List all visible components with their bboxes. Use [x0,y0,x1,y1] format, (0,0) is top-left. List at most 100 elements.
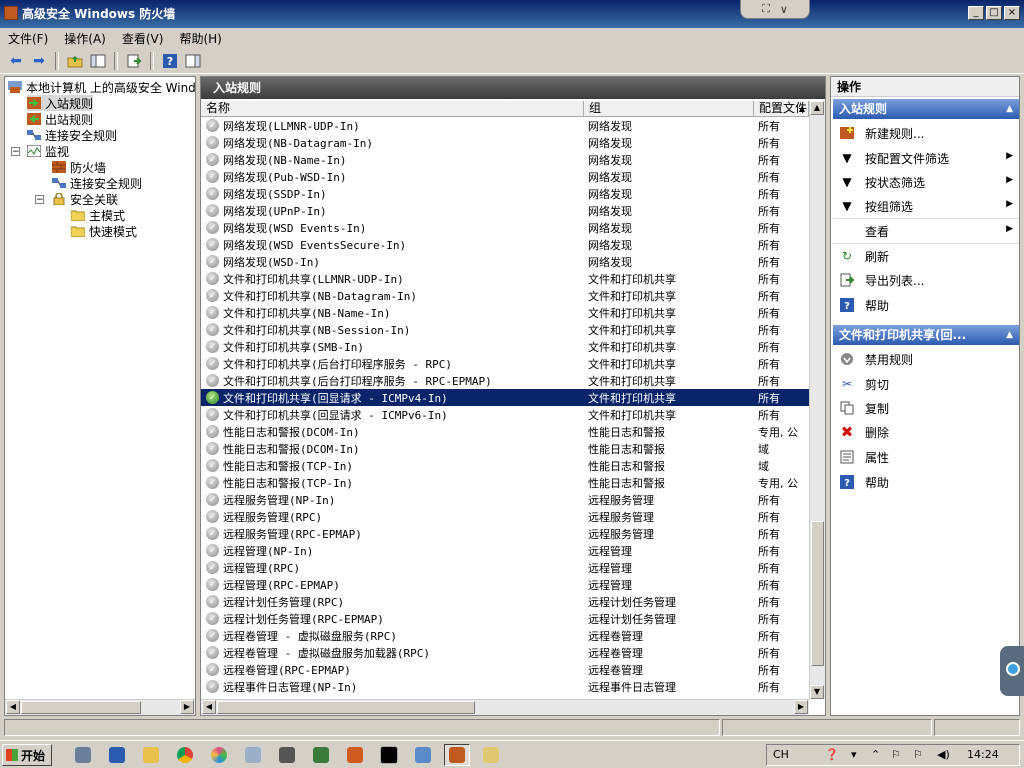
scrollbar-thumb[interactable] [21,701,141,714]
menu-help[interactable]: 帮助(H) [171,30,229,47]
scroll-right-arrow[interactable]: ▶ [180,700,194,714]
rule-row[interactable]: ✓ 远程服务管理(RPC-EPMAP) 远程服务管理 所有 [201,525,809,542]
export-list-icon[interactable] [124,51,144,71]
clock[interactable]: 14:24 [967,748,999,761]
taskbar-firewall-icon[interactable] [444,744,470,766]
start-button[interactable]: 开始 [2,744,52,766]
action-center-icon[interactable]: ⚐ [913,748,923,761]
taskbar-settings-icon[interactable] [274,744,300,766]
rule-row[interactable]: ✓ 远程事件日志管理(NP-In) 远程事件日志管理 所有 [201,678,809,695]
rule-row[interactable]: ✓ 文件和打印机共享(NB-Name-In) 文件和打印机共享 所有 [201,304,809,321]
action-filter-by-profile[interactable]: ▼ 按配置文件筛选 ▶ [833,146,1019,170]
action-help-rule[interactable]: ? 帮助 [833,470,1019,494]
taskbar-powershell-icon[interactable] [104,744,130,766]
taskbar-app-icon[interactable] [206,744,232,766]
back-arrow-icon[interactable]: ⬅ [6,51,26,71]
action-new-rule[interactable]: 新建规则... [833,121,1019,145]
rule-row[interactable]: ✓ 性能日志和警报(DCOM-In) 性能日志和警报 专用, 公 [201,423,809,440]
column-header-profile[interactable]: 配置文件 ▲ [754,101,809,117]
rule-row[interactable]: ✓ 文件和打印机共享(NB-Session-In) 文件和打印机共享 所有 [201,321,809,338]
rule-row[interactable]: ✓ 性能日志和警报(TCP-In) 性能日志和警报 专用, 公 [201,474,809,491]
action-delete[interactable]: ✖ 删除 [833,420,1019,444]
action-disable-rule[interactable]: 禁用规则 [833,347,1019,371]
scroll-down-arrow[interactable]: ▼ [810,685,824,699]
rule-row[interactable]: ✓ 网络发现(SSDP-In) 网络发现 所有 [201,185,809,202]
taskbar-server-manager-icon[interactable] [70,744,96,766]
tree-expand-toggle[interactable]: − [35,195,44,205]
show-hide-console-tree-icon[interactable] [88,51,108,71]
menu-view[interactable]: 查看(V) [114,30,172,47]
taskbar-chrome-icon[interactable] [172,744,198,766]
rule-row[interactable]: ✓ 网络发现(Pub-WSD-In) 网络发现 所有 [201,168,809,185]
tree-item-outbound-rules[interactable]: 出站规则 [27,111,93,127]
menu-action[interactable]: 操作(A) [56,30,114,47]
rule-row[interactable]: ✓ 远程卷管理 - 虚拟磁盘服务(RPC) 远程卷管理 所有 [201,627,809,644]
taskbar-remote-desktop-icon[interactable] [410,744,436,766]
tray-menu-icon[interactable]: ▾ [851,748,857,761]
rule-row[interactable]: ✓ 远程管理(NP-In) 远程管理 所有 [201,542,809,559]
tree-item-main-mode[interactable]: 主模式 [71,207,125,223]
rule-row[interactable]: ✓ 文件和打印机共享(NB-Datagram-In) 文件和打印机共享 所有 [201,287,809,304]
rule-row[interactable]: ✓ 文件和打印机共享(回显请求 - ICMPv6-In) 文件和打印机共享 所有 [201,406,809,423]
tree-item-connection-security-rules[interactable]: 连接安全规则 [27,127,117,143]
rules-horizontal-scrollbar[interactable]: ◀ ▶ [201,699,809,715]
rule-row[interactable]: ✓ 远程管理(RPC-EPMAP) 远程管理 所有 [201,576,809,593]
rule-row[interactable]: ✓ 网络发现(NB-Datagram-In) 网络发现 所有 [201,134,809,151]
forward-arrow-icon[interactable]: ➡ [29,51,49,71]
scrollbar-thumb[interactable] [217,701,475,714]
teamviewer-edge-widget[interactable] [1000,646,1024,696]
rule-row[interactable]: ✓ 网络发现(WSD EventsSecure-In) 网络发现 所有 [201,236,809,253]
rule-row[interactable]: ✓ 网络发现(LLMNR-UDP-In) 网络发现 所有 [201,117,809,134]
tree-horizontal-scrollbar[interactable]: ◀ ▶ [5,699,195,715]
rdp-connection-bar[interactable]: ⛶ ∨ [740,0,810,19]
rdp-collapse-icon[interactable]: ∨ [780,3,788,16]
rule-row[interactable]: ✓ 网络发现(UPnP-In) 网络发现 所有 [201,202,809,219]
rule-row[interactable]: ✓ 网络发现(WSD-In) 网络发现 所有 [201,253,809,270]
rdp-pin-icon[interactable]: ⛶ [762,2,770,16]
action-filter-by-state[interactable]: ▼ 按状态筛选 ▶ [833,170,1019,194]
rule-row[interactable]: ✓ 文件和打印机共享(回显请求 - ICMPv4-In) 文件和打印机共享 所有 [201,389,809,406]
action-export-list[interactable]: 导出列表... [833,268,1019,292]
rule-row[interactable]: ✓ 远程计划任务管理(RPC) 远程计划任务管理 所有 [201,593,809,610]
scroll-left-arrow[interactable]: ◀ [202,700,216,714]
rule-row[interactable]: ✓ 文件和打印机共享(后台打印程序服务 - RPC) 文件和打印机共享 所有 [201,355,809,372]
taskbar-explorer-icon[interactable] [138,744,164,766]
tree-item-inbound-rules[interactable]: 入站规则 [27,95,94,111]
rules-vertical-scrollbar[interactable]: ▲ ▼ [809,101,825,699]
menu-file[interactable]: 文件(F) [0,30,56,47]
tree-item-firewall[interactable]: 防火墙 [52,159,106,175]
help-tray-icon[interactable]: ❓ [825,748,839,761]
taskbar-search-tool-icon[interactable] [240,744,266,766]
taskbar-tools-icon[interactable] [478,744,504,766]
actions-section-inbound-rules[interactable]: 入站规则 ▲ [833,99,1019,119]
scroll-left-arrow[interactable]: ◀ [6,700,20,714]
language-indicator[interactable]: CH [773,748,789,761]
taskbar-cmd-icon[interactable] [376,744,402,766]
action-properties[interactable]: 属性 [833,445,1019,469]
taskbar-package-icon[interactable] [342,744,368,766]
help-icon[interactable]: ? [160,51,180,71]
rule-row[interactable]: ✓ 远程计划任务管理(RPC-EPMAP) 远程计划任务管理 所有 [201,610,809,627]
tree-item-security-associations[interactable]: 安全关联 [52,191,118,207]
actions-section-selected-rule[interactable]: 文件和打印机共享(回... ▲ [833,325,1019,345]
scrollbar-thumb[interactable] [811,521,824,666]
rule-row[interactable]: ✓ 文件和打印机共享(后台打印程序服务 - RPC-EPMAP) 文件和打印机共享 所… [201,372,809,389]
close-button[interactable]: × [1004,6,1020,20]
collapse-caret-icon[interactable]: ▲ [1006,325,1013,345]
collapse-caret-icon[interactable]: ▲ [1006,99,1013,119]
rule-row[interactable]: ✓ 远程管理(RPC) 远程管理 所有 [201,559,809,576]
action-cut[interactable]: ✂ 剪切 [833,372,1019,396]
rule-row[interactable]: ✓ 性能日志和警报(TCP-In) 性能日志和警报 域 [201,457,809,474]
show-action-pane-icon[interactable] [183,51,203,71]
action-view[interactable]: 查看 ▶ [833,219,1019,243]
column-header-group[interactable]: 组 [584,101,754,117]
rule-row[interactable]: ✓ 远程服务管理(NP-In) 远程服务管理 所有 [201,491,809,508]
up-folder-icon[interactable] [65,51,85,71]
show-hidden-icons-icon[interactable]: ⌃ [871,748,880,761]
column-header-name[interactable]: 名称 [201,101,584,117]
action-filter-by-group[interactable]: ▼ 按组筛选 ▶ [833,194,1019,218]
rule-row[interactable]: ✓ 网络发现(WSD Events-In) 网络发现 所有 [201,219,809,236]
rule-row[interactable]: ✓ 远程卷管理 - 虚拟磁盘服务加载器(RPC) 远程卷管理 所有 [201,644,809,661]
rule-row[interactable]: ✓ 远程服务管理(RPC) 远程服务管理 所有 [201,508,809,525]
scroll-up-arrow[interactable]: ▲ [810,101,824,115]
